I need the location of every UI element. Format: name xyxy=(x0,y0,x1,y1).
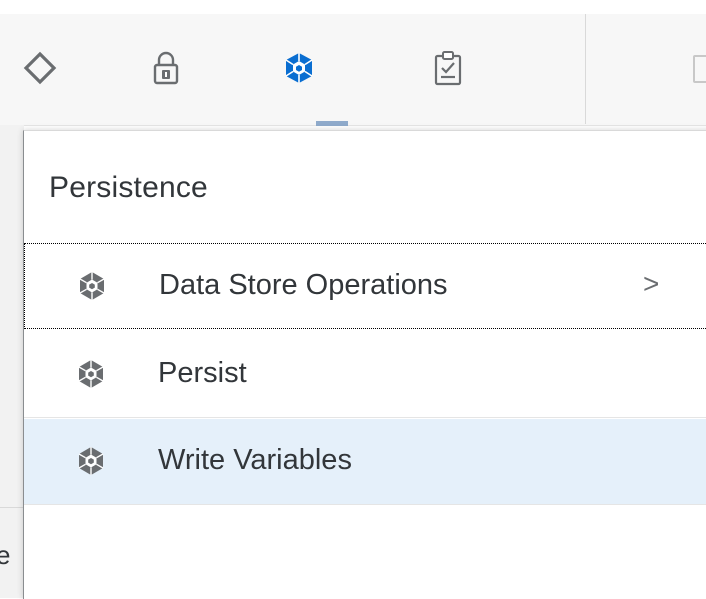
partial-toolbar-icon[interactable] xyxy=(693,55,706,83)
toolbar-separator xyxy=(585,14,586,124)
clipboard-check-icon[interactable] xyxy=(426,46,470,90)
toolbar xyxy=(0,0,706,126)
diamond-icon[interactable] xyxy=(18,46,62,90)
popover-title: Persistence xyxy=(49,171,208,204)
menu-item-label: Write Variables xyxy=(158,444,352,476)
persistence-cube-icon xyxy=(78,360,104,388)
persistence-cube-icon[interactable] xyxy=(277,46,321,90)
lock-icon[interactable] xyxy=(144,46,188,90)
chevron-right-icon: > xyxy=(643,268,660,299)
underlying-text: e xyxy=(0,540,11,570)
menu-item-persist[interactable]: Persist xyxy=(24,332,706,418)
menu-item-label: Persist xyxy=(158,357,247,389)
persistence-cube-icon xyxy=(78,447,104,475)
persistence-popover: Persistence Data Store Operations > Pers… xyxy=(23,130,706,599)
underlying-divider xyxy=(0,507,24,508)
menu-item-data-store-operations[interactable]: Data Store Operations > xyxy=(24,243,706,329)
menu-item-write-variables[interactable]: Write Variables xyxy=(24,419,706,505)
persistence-cube-icon xyxy=(79,272,105,300)
menu-item-label: Data Store Operations xyxy=(159,269,448,301)
underlying-page-strip xyxy=(0,125,24,598)
toolbar-top-edge xyxy=(0,0,706,14)
active-tab-indicator xyxy=(316,121,348,126)
